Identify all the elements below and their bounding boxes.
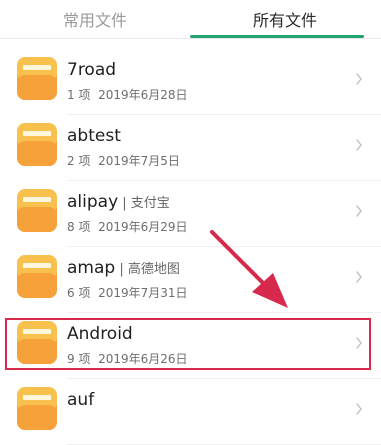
folder-row[interactable]: auf xyxy=(0,381,381,445)
folder-icon xyxy=(17,387,57,430)
folder-meta: 2 项 2019年7月5日 xyxy=(67,152,180,169)
folder-meta xyxy=(67,416,75,430)
folder-date: 2019年6月29日 xyxy=(98,220,188,234)
chevron-right-icon xyxy=(356,337,362,349)
folder-date: 2019年6月26日 xyxy=(98,352,188,366)
folder-alias: | 支付宝 xyxy=(118,196,170,211)
folder-icon xyxy=(17,255,57,298)
folder-alias: | 高德地图 xyxy=(115,262,180,277)
folder-name: 7road xyxy=(67,60,116,80)
chevron-right-icon xyxy=(356,139,362,151)
folder-row[interactable]: amap | 高德地图 6 项 2019年7月31日 xyxy=(0,249,381,313)
folder-meta: 9 项 2019年6月26日 xyxy=(67,350,188,367)
folder-count: 1 项 xyxy=(67,88,91,102)
row-divider xyxy=(67,312,381,313)
folder-name: Android xyxy=(67,324,133,344)
folder-name: abtest xyxy=(67,126,121,146)
folder-row[interactable]: alipay | 支付宝 8 项 2019年6月29日 xyxy=(0,183,381,247)
folder-row[interactable]: abtest 2 项 2019年7月5日 xyxy=(0,117,381,181)
chevron-right-icon xyxy=(356,403,362,415)
folder-alias-text: 支付宝 xyxy=(130,196,170,211)
folder-date: 2019年6月28日 xyxy=(98,88,188,102)
row-divider xyxy=(67,114,381,115)
folder-meta: 1 项 2019年6月28日 xyxy=(67,86,188,103)
folder-name-text: abtest xyxy=(67,126,121,146)
folder-name-text: alipay xyxy=(67,192,119,212)
folder-count: 9 项 xyxy=(67,352,91,366)
folder-count: 6 项 xyxy=(67,286,91,300)
row-divider xyxy=(67,378,381,379)
chevron-right-icon xyxy=(356,205,362,217)
folder-name-text: amap xyxy=(67,258,116,278)
folder-icon xyxy=(17,321,57,364)
folder-name: auf xyxy=(67,390,94,410)
folder-icon xyxy=(17,189,57,232)
tab-bar: 常用文件 所有文件 xyxy=(0,0,381,40)
chevron-right-icon xyxy=(356,271,362,283)
folder-name: alipay | 支付宝 xyxy=(67,192,170,212)
row-divider xyxy=(67,180,381,181)
row-divider xyxy=(67,246,381,247)
folder-list: 7road 1 项 2019年6月28日 abtest 2 项 2019年7月5… xyxy=(0,40,381,445)
folder-alias-text: 高德地图 xyxy=(127,262,180,277)
folder-name-text: Android xyxy=(67,324,133,344)
folder-date: 2019年7月5日 xyxy=(98,154,180,168)
folder-icon xyxy=(17,57,57,100)
folder-meta: 6 项 2019年7月31日 xyxy=(67,284,188,301)
folder-count: 8 项 xyxy=(67,220,91,234)
folder-count: 2 项 xyxy=(67,154,91,168)
folder-date: 2019年7月31日 xyxy=(98,286,188,300)
folder-icon xyxy=(17,123,57,166)
folder-row[interactable]: 7road 1 项 2019年6月28日 xyxy=(0,51,381,115)
folder-name-text: auf xyxy=(67,390,95,410)
divider xyxy=(0,38,381,39)
folder-name-text: 7road xyxy=(67,60,117,80)
tab-all-files[interactable]: 所有文件 xyxy=(190,0,380,38)
tab-common-files[interactable]: 常用文件 xyxy=(0,0,190,38)
folder-meta: 8 项 2019年6月29日 xyxy=(67,218,188,235)
folder-row[interactable]: Android 9 项 2019年6月26日 xyxy=(0,315,381,379)
folder-name: amap | 高德地图 xyxy=(67,258,180,278)
chevron-right-icon xyxy=(356,73,362,85)
